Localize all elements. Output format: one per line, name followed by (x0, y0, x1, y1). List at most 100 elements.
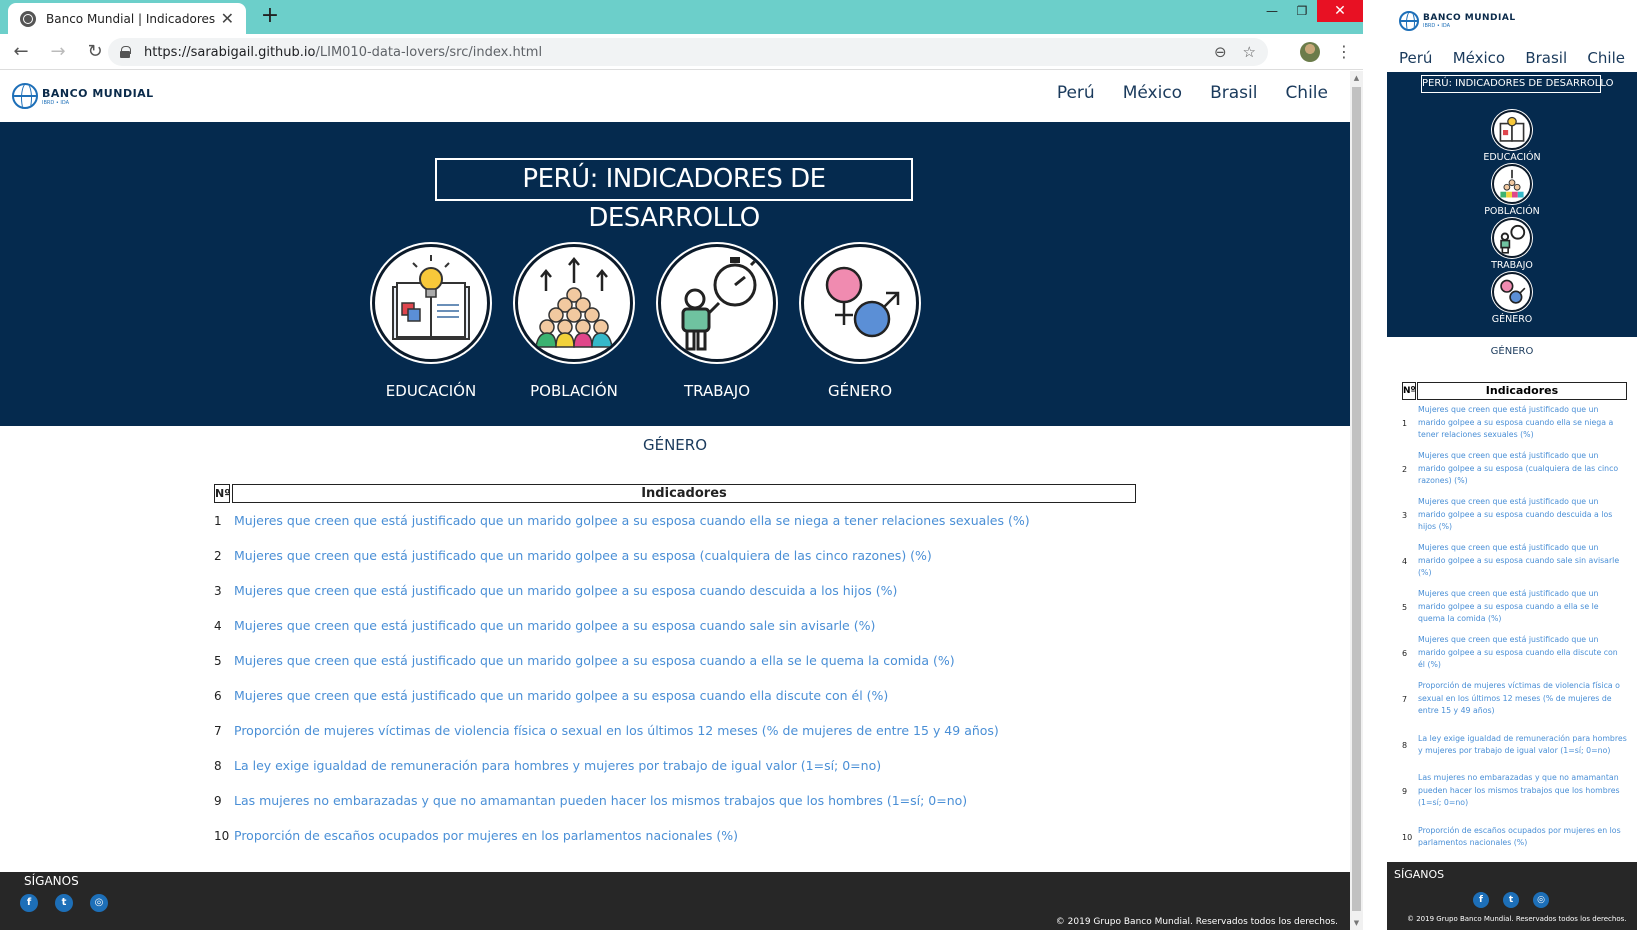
mobile-category-trabajo[interactable]: TRABAJO (1477, 218, 1547, 271)
mobile-nav-mexico[interactable]: México (1453, 49, 1505, 67)
mobile-facebook-icon[interactable]: f (1473, 892, 1489, 908)
mobile-indicator-link[interactable]: Proporción de escaños ocupados por mujer… (1418, 825, 1627, 850)
mobile-table-row: 2 Mujeres que creen que está justificado … (1402, 446, 1627, 492)
indicator-link[interactable]: Mujeres que creen que está justificado q… (234, 653, 955, 668)
reload-button[interactable]: ↻ (79, 36, 111, 68)
row-number: 9 (214, 793, 222, 808)
mobile-nav-brasil[interactable]: Brasil (1525, 49, 1567, 67)
page-scrollbar[interactable]: ▲ ▼ (1350, 71, 1363, 930)
table-row: 2 Mujeres que creen que está justificado … (214, 538, 1136, 573)
globe-logo-icon (12, 83, 38, 109)
indicator-link[interactable]: Las mujeres no embarazadas y que no amam… (234, 793, 967, 808)
category-genero-label: GÉNERO (827, 382, 893, 400)
mobile-category-educacion[interactable]: EDUCACIÓN (1477, 110, 1547, 163)
mobile-row-number: 1 (1402, 418, 1408, 428)
instagram-icon[interactable]: ◎ (90, 894, 108, 912)
mobile-nav-peru[interactable]: Perú (1399, 49, 1432, 67)
mobile-indicator-link[interactable]: Las mujeres no embarazadas y que no amam… (1418, 772, 1627, 809)
table-header: Nº Indicadores (214, 484, 1136, 503)
table-row: 3 Mujeres que creen que está justificado … (214, 573, 1136, 608)
nav-mexico[interactable]: México (1123, 83, 1182, 103)
mobile-header: BANCO MUNDIAL IBRD • IDA Perú México Bra… (1387, 0, 1637, 72)
facebook-icon[interactable]: f (20, 894, 38, 912)
browser-tab[interactable]: Banco Mundial | Indicadores ✕ (8, 3, 246, 34)
tab-strip: Banco Mundial | Indicadores ✕ + — ❐ ✕ (0, 0, 1363, 34)
scroll-down-arrow-icon[interactable]: ▼ (1352, 918, 1361, 928)
indicator-link[interactable]: Proporción de mujeres víctimas de violen… (234, 723, 999, 738)
mobile-indicators-table: Nº Indicadores 1 Mujeres que creen que es… (1402, 382, 1627, 860)
mobile-category-poblacion[interactable]: POBLACIÓN (1477, 164, 1547, 217)
scroll-up-arrow-icon[interactable]: ▲ (1352, 73, 1361, 83)
mobile-table-row: 8 La ley exige igualdad de remuneración p… (1402, 722, 1627, 768)
close-window-button[interactable]: ✕ (1317, 0, 1363, 22)
new-tab-button[interactable]: + (258, 4, 282, 28)
row-number: 2 (214, 548, 222, 563)
indicator-link[interactable]: La ley exige igualdad de remuneración pa… (234, 758, 881, 773)
zoom-icon[interactable]: ⊖ (1214, 43, 1227, 61)
mobile-table-body: 1 Mujeres que creen que está justificado … (1402, 400, 1627, 860)
scroll-thumb[interactable] (1352, 87, 1361, 911)
browser-menu-icon[interactable]: ⋮ (1336, 40, 1352, 64)
mobile-category-genero[interactable]: GÉNERO (1477, 272, 1547, 325)
indicator-link[interactable]: Mujeres que creen que está justificado q… (234, 513, 1030, 528)
mobile-indicator-link[interactable]: La ley exige igualdad de remuneración pa… (1418, 733, 1627, 758)
mobile-indicator-link[interactable]: Mujeres que creen que está justificado q… (1418, 496, 1627, 533)
back-button[interactable]: ← (5, 36, 37, 68)
mobile-category-educacion-label: EDUCACIÓN (1483, 152, 1541, 163)
mobile-logo[interactable]: BANCO MUNDIAL IBRD • IDA (1399, 11, 1516, 31)
globe-favicon-icon (20, 10, 36, 27)
screen: Banco Mundial | Indicadores ✕ + — ❐ ✕ ← … (0, 0, 1637, 930)
mobile-instagram-icon[interactable]: ◎ (1533, 892, 1549, 908)
nav-brasil[interactable]: Brasil (1210, 83, 1257, 103)
banco-mundial-logo[interactable]: BANCO MUNDIAL IBRD • IDA (12, 83, 154, 109)
category-trabajo-label: TRABAJO (683, 382, 751, 400)
category-genero[interactable]: GÉNERO (801, 244, 919, 400)
logo-main: BANCO MUNDIAL (42, 86, 154, 100)
table-row: 5 Mujeres que creen que está justificado … (214, 643, 1136, 678)
address-bar[interactable]: https://sarabigail.github.io/LIM010-data… (108, 38, 1268, 66)
indicator-link[interactable]: Mujeres que creen que está justificado q… (234, 688, 888, 703)
mobile-category-trabajo-label: TRABAJO (1491, 260, 1533, 271)
mobile-indicator-link[interactable]: Mujeres que creen que está justificado q… (1418, 404, 1627, 441)
header-indicadores: Indicadores (232, 484, 1136, 503)
table-row: 1 Mujeres que creen que está justificado … (214, 503, 1136, 538)
nav-peru[interactable]: Perú (1057, 83, 1095, 103)
mobile-indicator-link[interactable]: Mujeres que creen que está justificado q… (1418, 588, 1627, 625)
nav-chile[interactable]: Chile (1285, 83, 1328, 103)
table-row: 6 Mujeres que creen que está justificado … (214, 678, 1136, 713)
profile-avatar[interactable] (1300, 42, 1320, 62)
mobile-indicator-link[interactable]: Mujeres que creen que está justificado q… (1418, 450, 1627, 487)
close-tab-icon[interactable]: ✕ (221, 9, 234, 28)
bookmark-star-icon[interactable]: ☆ (1243, 43, 1256, 61)
category-poblacion[interactable]: POBLACIÓN (515, 244, 633, 400)
mobile-indicator-link[interactable]: Mujeres que creen que está justificado q… (1418, 634, 1627, 671)
lock-icon[interactable] (120, 46, 131, 58)
mobile-row-number: 6 (1402, 648, 1408, 658)
browser-window: Banco Mundial | Indicadores ✕ + — ❐ ✕ ← … (0, 0, 1363, 930)
url-path: /LIM010-data-lovers/src/index.html (315, 44, 543, 60)
category-poblacion-label: POBLACIÓN (530, 382, 618, 400)
mobile-indicator-link[interactable]: Mujeres que creen que está justificado q… (1418, 542, 1627, 579)
category-trabajo[interactable]: TRABAJO (658, 244, 776, 400)
mobile-hero: PERÚ: INDICADORES DE DESARROLLO EDUCACIÓ… (1387, 72, 1637, 337)
mobile-twitter-icon[interactable]: t (1503, 892, 1519, 908)
work-stopwatch-icon (658, 244, 776, 362)
twitter-icon[interactable]: t (55, 894, 73, 912)
window-controls: — ❐ ✕ (1257, 0, 1363, 22)
indicator-link[interactable]: Proporción de escaños ocupados por mujer… (234, 828, 738, 843)
mobile-page-title: PERÚ: INDICADORES DE DESARROLLO (1421, 75, 1613, 93)
restore-button[interactable]: ❐ (1287, 0, 1317, 22)
mobile-indicator-link[interactable]: Proporción de mujeres víctimas de violen… (1418, 680, 1627, 717)
url-text[interactable]: https://sarabigail.github.io/LIM010-data… (144, 45, 1198, 60)
mobile-logo-sub: IBRD • IDA (1423, 23, 1451, 29)
minimize-button[interactable]: — (1257, 0, 1287, 22)
indicator-link[interactable]: Mujeres que creen que está justificado q… (234, 548, 932, 563)
indicators-table: Nº Indicadores 1 Mujeres que creen que es… (214, 484, 1136, 853)
category-educacion[interactable]: EDUCACIÓN (372, 244, 490, 400)
mobile-table-row: 4 Mujeres que creen que está justificado … (1402, 538, 1627, 584)
indicator-link[interactable]: Mujeres que creen que está justificado q… (234, 618, 875, 633)
forward-button[interactable]: → (42, 36, 74, 68)
mobile-nav-chile[interactable]: Chile (1587, 49, 1625, 67)
mobile-logo-main: BANCO MUNDIAL (1423, 13, 1516, 23)
indicator-link[interactable]: Mujeres que creen que está justificado q… (234, 583, 897, 598)
